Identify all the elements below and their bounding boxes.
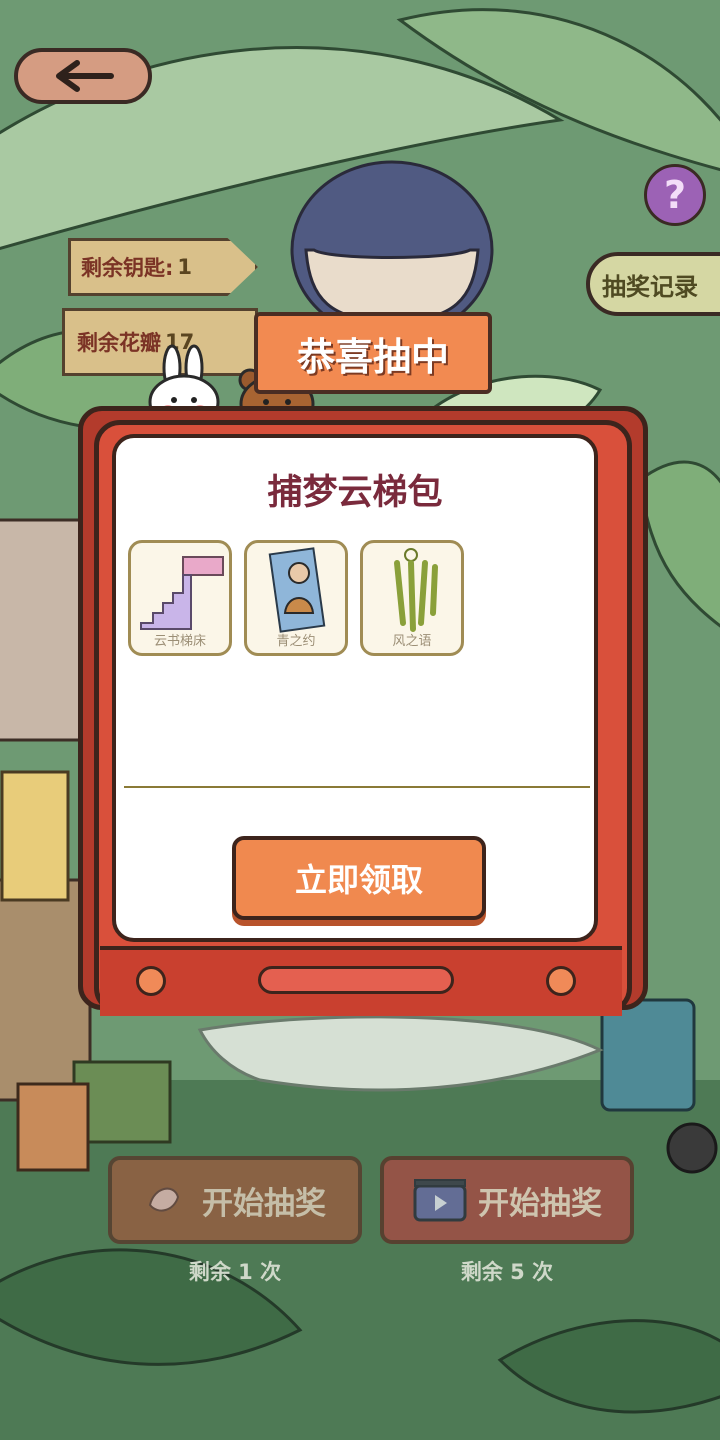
reward-item-name: 云书梯床 <box>153 634 206 649</box>
video-remaining-text: 剩余 5 次 <box>460 1260 554 1284</box>
tv-knob-left <box>136 966 166 996</box>
wind-chime-icon <box>394 548 438 632</box>
poster-icon <box>268 547 326 633</box>
help-button[interactable]: ? <box>644 164 706 226</box>
reward-item[interactable]: 云书梯床 <box>128 540 232 656</box>
petal-remaining-text: 剩余 1 次 <box>188 1260 282 1284</box>
petal-icon <box>148 1187 180 1212</box>
video-icon <box>413 1179 467 1222</box>
remaining-keys-count: 1 <box>177 255 193 279</box>
divider-line <box>124 786 590 788</box>
draw-record-button[interactable]: 抽奖记录 <box>586 252 720 316</box>
reward-pack-title: 捕梦云梯包 <box>267 473 443 513</box>
back-button[interactable] <box>14 48 152 104</box>
petal-draw-label: 开始抽奖 <box>202 1185 326 1222</box>
remaining-keys-label: 剩余钥匙: <box>81 256 174 280</box>
reward-item-name: 风之语 <box>392 634 432 649</box>
video-draw-label: 开始抽奖 <box>478 1185 602 1222</box>
remaining-keys-sign: 剩余钥匙: 1 <box>68 238 258 296</box>
reward-item[interactable]: 青之约 <box>244 540 348 656</box>
petal-draw-button[interactable]: 开始抽奖 <box>108 1156 362 1244</box>
congrats-banner: 恭喜抽中 <box>254 312 492 394</box>
reward-item[interactable]: 风之语 <box>360 540 464 656</box>
book-stair-bed-icon <box>140 556 224 630</box>
claim-now-button[interactable]: 立即领取 <box>232 836 486 920</box>
tv-knob-right <box>546 966 576 996</box>
reward-item-name: 青之约 <box>276 634 316 649</box>
video-draw-button[interactable]: 开始抽奖 <box>380 1156 634 1244</box>
back-arrow-icon <box>56 60 114 92</box>
tv-slot <box>258 966 454 994</box>
